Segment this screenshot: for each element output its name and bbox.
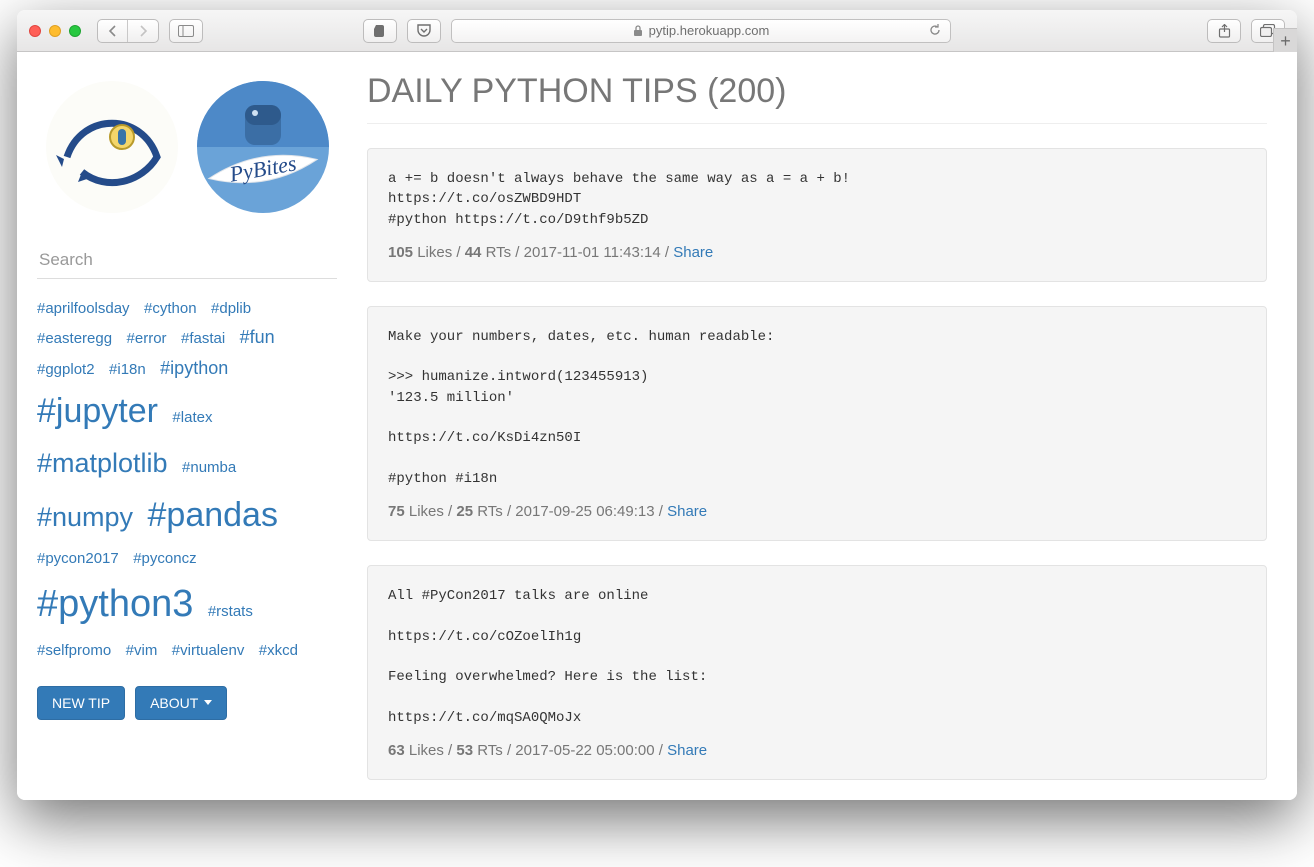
- tag-link[interactable]: #ggplot2: [37, 357, 95, 383]
- new-tab-button[interactable]: +: [1273, 28, 1297, 52]
- new-tip-button[interactable]: NEW TIP: [37, 686, 125, 720]
- page-content: PyBites #aprilfoolsday #cython #dplib #e…: [17, 52, 1297, 800]
- rts-count: 25: [456, 503, 473, 520]
- separator: /: [661, 244, 674, 261]
- tag-link[interactable]: #pycon2017: [37, 546, 119, 572]
- reload-icon[interactable]: [928, 23, 942, 37]
- forward-button[interactable]: [128, 20, 158, 42]
- rts-label: RTs /: [473, 742, 515, 759]
- tag-link[interactable]: #vim: [126, 638, 158, 664]
- tag-link[interactable]: #xkcd: [259, 638, 298, 664]
- tip-meta: 105 Likes / 44 RTs / 2017-11-01 11:43:14…: [388, 244, 1246, 261]
- tip-list: a += b doesn't always behave the same wa…: [367, 148, 1267, 780]
- tip-meta: 63 Likes / 53 RTs / 2017-05-22 05:00:00 …: [388, 742, 1246, 759]
- sidebar: PyBites #aprilfoolsday #cython #dplib #e…: [17, 52, 357, 800]
- tag-link[interactable]: #dplib: [211, 296, 251, 322]
- share-link[interactable]: Share: [673, 244, 713, 261]
- tip-card: a += b doesn't always behave the same wa…: [367, 148, 1267, 282]
- likes-count: 75: [388, 503, 405, 520]
- extension-pocket-icon[interactable]: [407, 19, 441, 43]
- address-bar[interactable]: pytip.herokuapp.com: [451, 19, 951, 43]
- tag-link[interactable]: #jupyter: [37, 383, 158, 441]
- tag-link[interactable]: #latex: [172, 405, 212, 431]
- tag-link[interactable]: #numba: [182, 455, 236, 481]
- tag-link[interactable]: #python3: [37, 572, 193, 637]
- tip-body: Make your numbers, dates, etc. human rea…: [388, 327, 1246, 489]
- rts-count: 44: [465, 244, 482, 261]
- tip-meta: 75 Likes / 25 RTs / 2017-09-25 06:49:13 …: [388, 503, 1246, 520]
- back-button[interactable]: [98, 20, 128, 42]
- share-link[interactable]: Share: [667, 503, 707, 520]
- tip-body: All #PyCon2017 talks are online https://…: [388, 586, 1246, 728]
- rts-label: RTs /: [481, 244, 523, 261]
- tag-link[interactable]: #error: [127, 326, 167, 352]
- tag-link[interactable]: #virtualenv: [172, 638, 245, 664]
- share-link[interactable]: Share: [667, 742, 707, 759]
- tag-link[interactable]: #i18n: [109, 357, 146, 383]
- timestamp: 2017-09-25 06:49:13: [515, 503, 654, 520]
- tag-link[interactable]: #matplotlib: [37, 441, 168, 487]
- tag-link[interactable]: #easteregg: [37, 326, 112, 352]
- separator: /: [655, 503, 668, 520]
- tag-link[interactable]: #pandas: [148, 487, 278, 545]
- tip-card: All #PyCon2017 talks are online https://…: [367, 565, 1267, 780]
- tag-link[interactable]: #pyconcz: [133, 546, 196, 572]
- tag-link[interactable]: #aprilfoolsday: [37, 296, 130, 322]
- share-button[interactable]: [1207, 19, 1241, 43]
- main-column: DAILY PYTHON TIPS (200) a += b doesn't a…: [357, 52, 1297, 800]
- tag-link[interactable]: #rstats: [208, 599, 253, 625]
- likes-count: 105: [388, 244, 413, 261]
- tag-link[interactable]: #fastai: [181, 326, 225, 352]
- extension-evernote-icon[interactable]: [363, 19, 397, 43]
- timestamp: 2017-11-01 11:43:14: [524, 244, 661, 261]
- pybites-logo[interactable]: PyBites: [192, 72, 333, 222]
- browser-toolbar: pytip.herokuapp.com +: [17, 10, 1297, 52]
- action-buttons: NEW TIP ABOUT: [37, 686, 337, 720]
- nav-back-forward: [97, 19, 159, 43]
- tip-card: Make your numbers, dates, etc. human rea…: [367, 306, 1267, 541]
- url-text: pytip.herokuapp.com: [649, 23, 770, 38]
- page-title: DAILY PYTHON TIPS (200): [367, 72, 1267, 124]
- likes-label: Likes /: [405, 503, 457, 520]
- caret-down-icon: [204, 700, 212, 705]
- lock-icon: [633, 25, 643, 37]
- separator: /: [655, 742, 668, 759]
- likes-label: Likes /: [413, 244, 465, 261]
- window-controls: [29, 25, 81, 37]
- tip-body: a += b doesn't always behave the same wa…: [388, 169, 1246, 230]
- about-dropdown[interactable]: ABOUT: [135, 686, 227, 720]
- search-input[interactable]: [37, 242, 337, 279]
- tag-link[interactable]: #fun: [240, 322, 275, 353]
- maximize-window-button[interactable]: [69, 25, 81, 37]
- minimize-window-button[interactable]: [49, 25, 61, 37]
- timestamp: 2017-05-22 05:00:00: [515, 742, 654, 759]
- about-label: ABOUT: [150, 695, 198, 711]
- rts-count: 53: [456, 742, 473, 759]
- close-window-button[interactable]: [29, 25, 41, 37]
- python-tips-logo[interactable]: [41, 72, 182, 222]
- likes-count: 63: [388, 742, 405, 759]
- rts-label: RTs /: [473, 503, 515, 520]
- logo-row: PyBites: [37, 72, 337, 222]
- tag-link[interactable]: #selfpromo: [37, 638, 111, 664]
- tag-link[interactable]: #ipython: [160, 353, 228, 384]
- new-tip-label: NEW TIP: [52, 695, 110, 711]
- sidebar-toggle-button[interactable]: [169, 19, 203, 43]
- tag-link[interactable]: #numpy: [37, 495, 133, 541]
- tag-link[interactable]: #cython: [144, 296, 197, 322]
- browser-window: pytip.herokuapp.com +: [17, 10, 1297, 800]
- likes-label: Likes /: [405, 742, 457, 759]
- tag-cloud: #aprilfoolsday #cython #dplib #easteregg…: [37, 295, 337, 664]
